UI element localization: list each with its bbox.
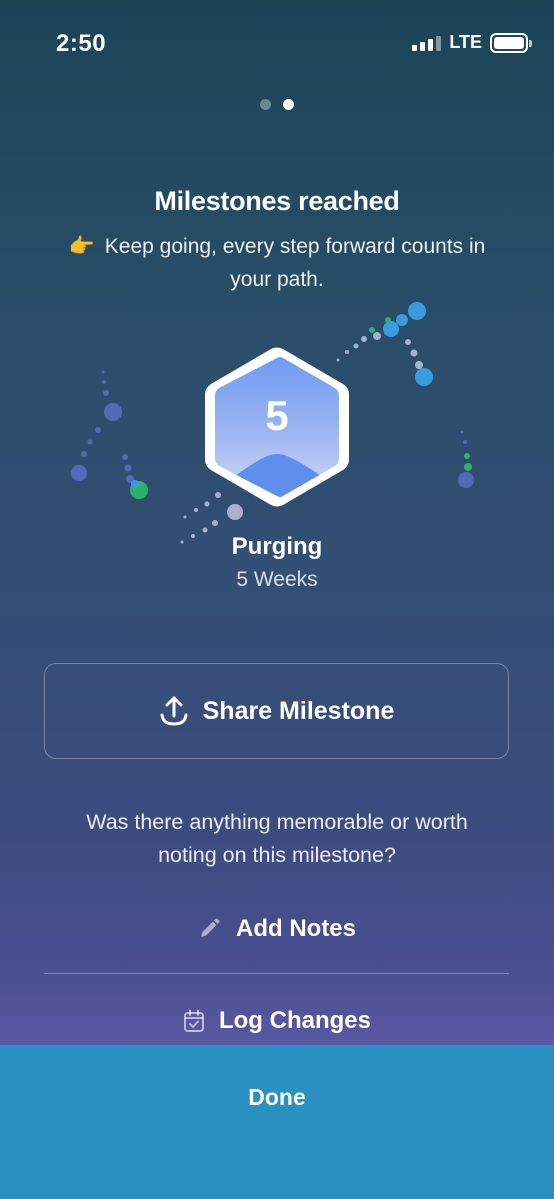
notes-prompt: Was there anything memorable or worth no…: [86, 810, 468, 867]
share-milestone-label: Share Milestone: [202, 696, 395, 725]
divider: [44, 973, 509, 974]
page-indicator: [0, 99, 554, 110]
milestone-name: Purging: [231, 533, 323, 560]
pencil-icon: [201, 918, 220, 937]
log-changes-label: Log Changes: [218, 1007, 371, 1034]
milestone-duration: 5 Weeks: [236, 568, 318, 591]
add-notes-button[interactable]: Add Notes: [0, 906, 554, 952]
badge-number: 5: [265, 392, 289, 439]
status-bar: 2:50 LTE: [0, 0, 554, 90]
page-subtitle: 👉 Keep going, every step forward counts i…: [60, 230, 494, 296]
page-dot-active: [283, 99, 294, 110]
subtitle-text: Keep going, every step forward counts in…: [104, 235, 486, 291]
signal-strength-icon: [412, 35, 442, 51]
done-button[interactable]: Done: [0, 1045, 554, 1149]
log-changes-button[interactable]: Log Changes: [0, 998, 554, 1044]
battery-icon: [490, 32, 532, 53]
status-time: 2:50: [56, 30, 107, 57]
share-upload-icon: [160, 696, 188, 726]
add-notes-label: Add Notes: [236, 915, 356, 942]
pointing-hand-icon: 👉: [68, 235, 95, 258]
network-type: LTE: [449, 32, 482, 52]
done-footer: Done: [0, 1045, 554, 1199]
calendar-check-icon: [183, 1009, 204, 1032]
page-title: Milestones reached: [154, 186, 400, 216]
share-milestone-button[interactable]: Share Milestone: [44, 663, 509, 759]
page-dot: [260, 99, 271, 110]
status-indicators: LTE: [412, 32, 532, 53]
